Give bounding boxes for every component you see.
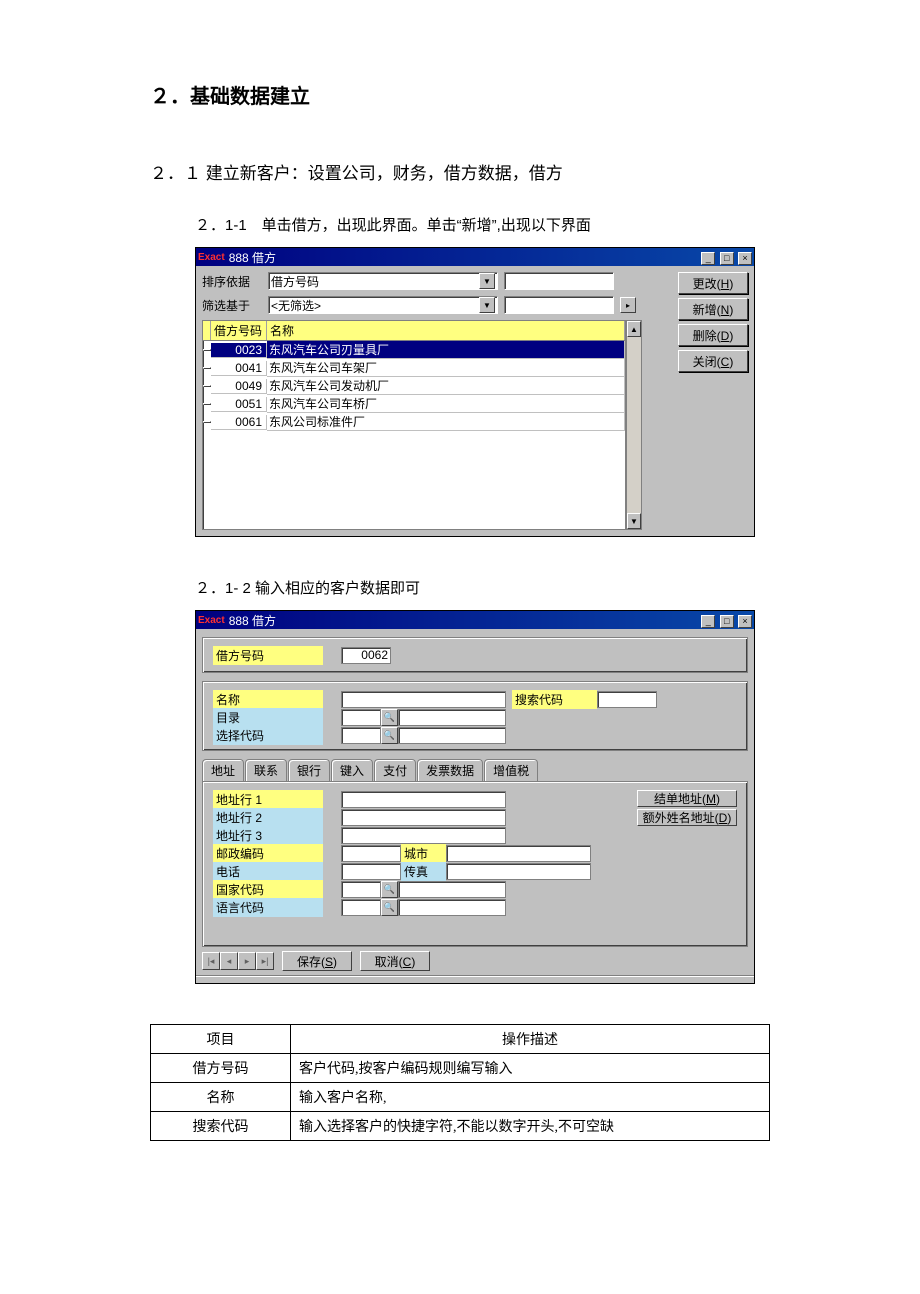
sort-value-input[interactable] [504, 272, 614, 290]
country-label: 国家代码 [213, 880, 323, 899]
selcode-label: 选择代码 [213, 726, 323, 745]
scroll-up-icon[interactable]: ▲ [627, 321, 641, 337]
lang-input[interactable] [341, 899, 381, 916]
lookup-icon[interactable]: 🔍 [381, 899, 398, 916]
city-label: 城市 [401, 844, 446, 863]
titlebar: Exact 888 借方 _ □ × [196, 248, 754, 266]
phone-label: 电话 [213, 862, 323, 881]
table-row[interactable]: 0051 东风汽车公司车桥厂 [203, 395, 625, 413]
app-brand: Exact [198, 252, 225, 263]
code-label: 借方号码 [213, 646, 323, 665]
billing-address-button[interactable]: 结单地址(M) [637, 790, 737, 807]
country-desc [398, 881, 506, 898]
col-item: 项目 [151, 1025, 291, 1054]
sort-label: 排序依据 [202, 273, 262, 290]
selcode-input[interactable] [341, 727, 381, 744]
lang-desc [398, 899, 506, 916]
close-window-button[interactable]: × [738, 252, 752, 265]
table-row[interactable]: 0061 东风公司标准件厂 [203, 413, 625, 431]
filter-label: 筛选基于 [202, 297, 262, 314]
search-input[interactable] [597, 691, 657, 708]
minimize-button[interactable]: _ [701, 615, 715, 628]
filter-value-input[interactable] [504, 296, 614, 314]
dir-input[interactable] [341, 709, 381, 726]
addr1-input[interactable] [341, 791, 506, 808]
postal-input[interactable] [341, 845, 401, 862]
code-input[interactable]: 0062 [341, 647, 391, 664]
col-name: 名称 [267, 321, 625, 340]
lookup-icon[interactable]: 🔍 [381, 881, 398, 898]
table-row[interactable]: 0049 东风汽车公司发动机厂 [203, 377, 625, 395]
postal-label: 邮政编码 [213, 844, 323, 863]
tab-bank[interactable]: 银行 [288, 759, 330, 781]
save-button[interactable]: 保存(S) [282, 951, 352, 971]
extra-address-button[interactable]: 额外姓名地址(D) [637, 809, 737, 826]
nav-last-icon[interactable]: ▸| [256, 952, 274, 970]
table-row[interactable]: 0041 东风汽车公司车架厂 [203, 359, 625, 377]
addr3-label: 地址行 3 [213, 826, 323, 845]
scroll-down-icon[interactable]: ▼ [627, 513, 641, 529]
city-input[interactable] [446, 845, 591, 862]
window-debtor-list: Exact 888 借方 _ □ × 更改(H) 新增(N) 删除(D) 关闭(… [195, 247, 755, 537]
titlebar: Exact 888 借方 _ □ × [196, 611, 754, 629]
addr3-input[interactable] [341, 827, 506, 844]
col-code: 借方号码 [211, 321, 267, 340]
name-label: 名称 [213, 690, 323, 709]
tab-invoice[interactable]: 发票数据 [417, 759, 483, 781]
heading-1: ２．基础数据建立 [150, 80, 770, 109]
description-table: 项目 操作描述 借方号码客户代码,按客户编码规则编写输入 名称输入客户名称, 搜… [150, 1024, 770, 1141]
fax-label: 传真 [401, 862, 446, 881]
tab-vat[interactable]: 增值税 [484, 759, 538, 781]
tab-address[interactable]: 地址 [202, 759, 244, 781]
dir-desc [398, 709, 506, 726]
tab-payment[interactable]: 支付 [374, 759, 416, 781]
addr2-label: 地址行 2 [213, 808, 323, 827]
fax-input[interactable] [446, 863, 591, 880]
maximize-button[interactable]: □ [720, 615, 734, 628]
debtor-grid[interactable]: 借方号码 名称 0023 东风汽车公司刃量具厂 0041 东风汽车公司车架厂 [202, 320, 626, 530]
lang-label: 语言代码 [213, 898, 323, 917]
col-op: 操作描述 [291, 1025, 770, 1054]
window-title: 888 借方 [229, 612, 276, 629]
addr1-label: 地址行 1 [213, 790, 323, 809]
table-row[interactable]: 0023 东风汽车公司刃量具厂 [203, 341, 625, 359]
nav-prev-icon[interactable]: ◂ [220, 952, 238, 970]
edit-button[interactable]: 更改(H) [678, 272, 748, 294]
window-title: 888 借方 [229, 249, 276, 266]
record-nav: |◂ ◂ ▸ ▸| [202, 952, 274, 970]
heading-3a: ２．1-1 单击借方，出现此界面。单击“新增”,出现以下界面 [195, 214, 770, 235]
window-debtor-edit: Exact 888 借方 _ □ × 借方号码 0062 名称 搜索代码 [195, 610, 755, 984]
filter-combo[interactable]: <无筛选>▼ [268, 296, 498, 314]
nav-next-icon[interactable]: ▸ [238, 952, 256, 970]
heading-2: ２．１ 建立新客户：设置公司，财务，借方数据，借方 [150, 159, 770, 184]
cancel-button[interactable]: 取消(C) [360, 951, 430, 971]
delete-button[interactable]: 删除(D) [678, 324, 748, 346]
app-brand: Exact [198, 615, 225, 626]
tab-type[interactable]: 键入 [331, 759, 373, 781]
lookup-icon[interactable]: 🔍 [381, 727, 398, 744]
country-input[interactable] [341, 881, 381, 898]
minimize-button[interactable]: _ [701, 252, 715, 265]
scrollbar[interactable]: ▲ ▼ [626, 320, 642, 530]
name-input[interactable] [341, 691, 506, 708]
dir-label: 目录 [213, 708, 323, 727]
search-label: 搜索代码 [512, 690, 597, 709]
lookup-icon[interactable]: 🔍 [381, 709, 398, 726]
sort-combo[interactable]: 借方号码▼ [268, 272, 498, 290]
addr2-input[interactable] [341, 809, 506, 826]
close-button[interactable]: 关闭(C) [678, 350, 748, 372]
nav-first-icon[interactable]: |◂ [202, 952, 220, 970]
heading-3b: ２．1- 2 输入相应的客户数据即可 [195, 577, 770, 598]
maximize-button[interactable]: □ [720, 252, 734, 265]
filter-go-button[interactable]: ▸ [620, 297, 636, 313]
tab-contact[interactable]: 联系 [245, 759, 287, 781]
phone-input[interactable] [341, 863, 401, 880]
chevron-down-icon: ▼ [479, 297, 495, 313]
chevron-down-icon: ▼ [479, 273, 495, 289]
selcode-desc [398, 727, 506, 744]
tab-bar: 地址 联系 银行 键入 支付 发票数据 增值税 [202, 759, 754, 781]
new-button[interactable]: 新增(N) [678, 298, 748, 320]
close-window-button[interactable]: × [738, 615, 752, 628]
